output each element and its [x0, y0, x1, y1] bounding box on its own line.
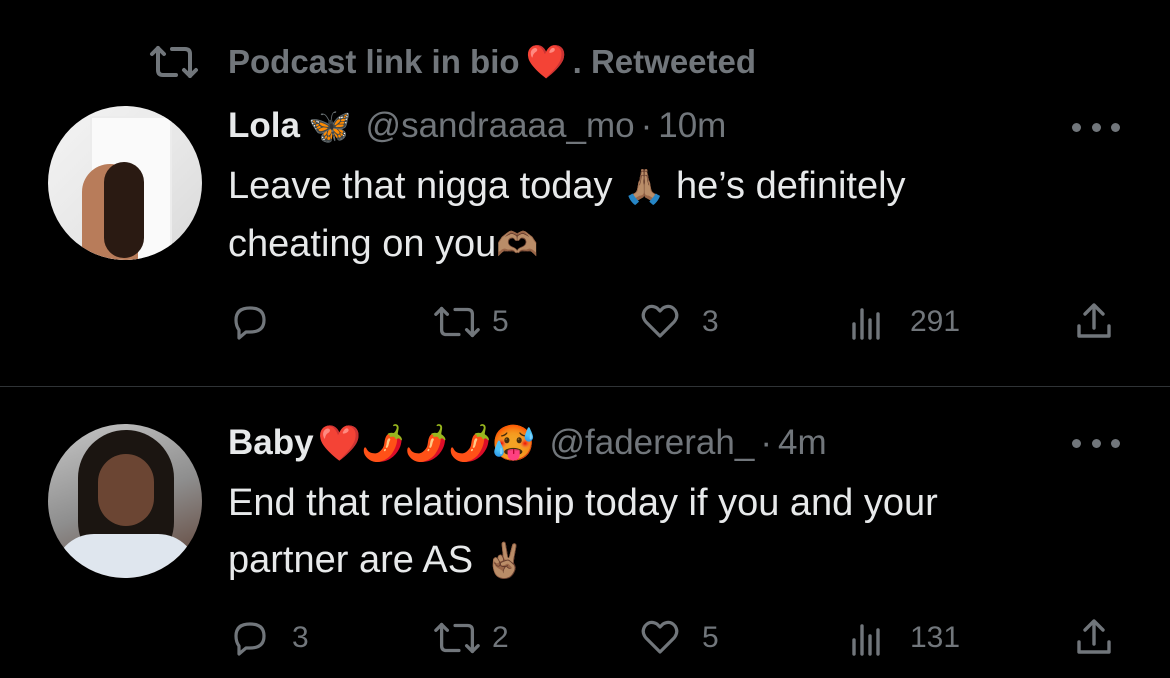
- views-button[interactable]: 291: [848, 302, 960, 342]
- views-count: 291: [910, 305, 961, 338]
- handle[interactable]: @fadererah_: [550, 423, 755, 463]
- more-icon[interactable]: [1072, 112, 1120, 142]
- social-context[interactable]: Podcast link in bio ❤️ . Retweeted: [148, 38, 756, 86]
- views-button[interactable]: 131: [848, 618, 960, 658]
- name-emoji: 🦋: [307, 106, 352, 146]
- heart-icon: [641, 620, 679, 654]
- reply-count: 3: [292, 621, 309, 654]
- share-icon: [1077, 619, 1111, 654]
- tweet-header: Lola 🦋 @sandraaaa_mo · 10m: [228, 101, 726, 151]
- heart-hands-emoji: 🫶🏽: [496, 226, 539, 264]
- heart-icon: [641, 304, 679, 338]
- tweet-text-line2: cheating on you: [228, 223, 497, 265]
- tweet-text-line2: partner are AS: [228, 539, 474, 581]
- views-count: 131: [910, 621, 961, 654]
- avatar[interactable]: [48, 424, 202, 578]
- victory-emoji: ✌🏽: [483, 542, 526, 580]
- like-count: 5: [702, 621, 719, 654]
- heart-emoji: ❤️: [525, 42, 567, 80]
- retweet-count: 2: [492, 621, 509, 654]
- reply-button[interactable]: 3: [230, 618, 309, 658]
- retweet-icon: [150, 46, 198, 78]
- retweet-icon: [434, 622, 480, 654]
- divider: [0, 386, 1170, 387]
- reply-icon: [234, 622, 266, 656]
- avatar[interactable]: [48, 106, 202, 260]
- retweet-count: 5: [492, 305, 509, 338]
- pray-emoji: 🙏🏽: [623, 168, 666, 206]
- social-context-text: Podcast link in bio: [228, 43, 520, 80]
- tweet-text-line1-rest: he’s definitely: [676, 165, 906, 207]
- display-name[interactable]: Baby: [228, 423, 314, 463]
- views-icon: [852, 624, 880, 656]
- social-context-suffix: . Retweeted: [572, 43, 757, 80]
- views-icon: [852, 308, 880, 340]
- share-button[interactable]: [1074, 302, 1114, 342]
- display-name[interactable]: Lola: [228, 106, 300, 146]
- timestamp[interactable]: 4m: [778, 423, 827, 463]
- retweet-button[interactable]: 5: [432, 302, 509, 342]
- timestamp[interactable]: 10m: [658, 106, 726, 146]
- tweet-actions: 3 2 5 131: [0, 608, 1170, 668]
- tweet-text-line1: Leave that nigga today: [228, 165, 613, 207]
- tweet-header: Baby ❤️🌶️🌶️🌶️🥵 @fadererah_ · 4m: [228, 418, 827, 468]
- separator: ·: [760, 423, 772, 462]
- reply-icon: [234, 306, 266, 340]
- share-button[interactable]: [1074, 618, 1114, 658]
- like-button[interactable]: 5: [640, 618, 719, 658]
- tweet-actions: 5 3 291: [0, 292, 1170, 352]
- tweet-text: Leave that nigga today 🙏🏽 he’s definitel…: [228, 158, 1108, 274]
- more-icon[interactable]: [1072, 428, 1120, 458]
- name-emoji: ❤️🌶️🌶️🌶️🥵: [317, 423, 536, 463]
- like-count: 3: [702, 305, 719, 338]
- tweet-text: End that relationship today if you and y…: [228, 475, 1108, 590]
- tweet-text-line1: End that relationship today if you and y…: [228, 482, 938, 524]
- retweet-icon: [434, 306, 480, 338]
- like-button[interactable]: 3: [640, 302, 719, 342]
- retweet-button[interactable]: 2: [432, 618, 509, 658]
- handle[interactable]: @sandraaaa_mo: [366, 106, 635, 146]
- share-icon: [1077, 303, 1111, 338]
- reply-button[interactable]: [230, 302, 292, 342]
- separator: ·: [640, 106, 653, 145]
